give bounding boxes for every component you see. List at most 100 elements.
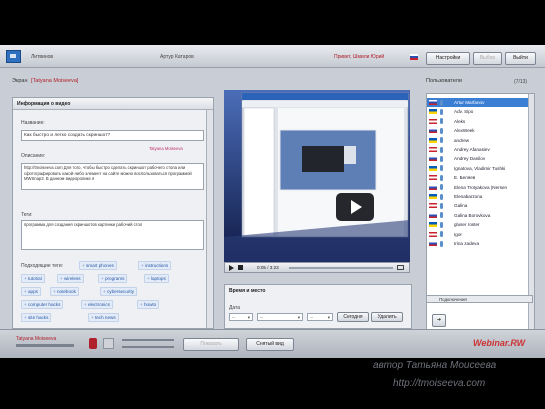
suggested-tag[interactable]: tutorial: [21, 274, 45, 283]
user-list-item[interactable]: Galina Borovkova: [427, 211, 534, 220]
country-flag-icon: [429, 100, 437, 105]
user-list-item[interactable]: Elena Trotyakova (Nersen: [427, 183, 534, 192]
user-status-icon: [440, 108, 443, 115]
seek-bar[interactable]: [289, 267, 393, 269]
country-flag-icon: [429, 165, 437, 171]
today-button[interactable]: Сегодня: [337, 312, 369, 322]
user-status-icon: [440, 184, 443, 191]
country-flag-icon: [429, 175, 437, 181]
play-icon: [351, 200, 362, 214]
suggested-tag[interactable]: smart phones: [79, 261, 117, 270]
volume-slider-2[interactable]: [122, 346, 174, 348]
fullscreen-icon[interactable]: [397, 265, 404, 270]
user-name: gluser roster: [454, 222, 480, 228]
user-status-icon: [440, 127, 443, 134]
video-info-title: Информация о видео: [17, 101, 71, 107]
date-label: Дата: [229, 305, 241, 311]
stop-icon[interactable]: [238, 265, 243, 270]
screen-label: Экран: [12, 78, 28, 84]
date-month-select[interactable]: --: [257, 313, 303, 322]
user-name: Galina Borovkova: [454, 212, 491, 218]
video-preview[interactable]: [224, 90, 410, 262]
top-bar: Литвинов Артур Катаров Привет, Шмили Юри…: [0, 45, 545, 68]
suggested-tag[interactable]: electronics: [81, 300, 113, 309]
suggested-tag[interactable]: wireless: [57, 274, 84, 283]
play-icon[interactable]: [229, 265, 234, 271]
suggested-tag[interactable]: howto: [137, 300, 160, 309]
user-list-item[interactable]: gluser roster: [427, 220, 534, 229]
user-list-item[interactable]: Ignatova, Vladimir Tushki: [427, 164, 534, 173]
user-list-item[interactable]: Irina zadeva: [427, 239, 534, 248]
date-year-select[interactable]: --: [307, 313, 333, 322]
microphone-icon[interactable]: [89, 338, 97, 349]
video-description-textarea[interactable]: http://tmoiseeva.com Для того, чтобы быс…: [21, 163, 204, 190]
users-list: Artur Marfanov Adv. Sipo Aleks AlexWeek andr…: [426, 93, 535, 341]
user-list-item[interactable]: Adv. Sipo: [427, 107, 534, 116]
video-title-input[interactable]: Как быстро и легко создать скриншот?: [21, 130, 204, 141]
suggested-tag[interactable]: laptops: [144, 274, 169, 283]
presenter-tag: Tatyana Moiseeva: [149, 146, 183, 151]
user-list-item[interactable]: Andrey Afanasiev: [427, 145, 534, 154]
suggested-tag[interactable]: computer hacks: [21, 300, 64, 309]
playback-time: 0:05 / 3:23: [257, 265, 279, 270]
suggested-tags-label: Подходящие теги:: [21, 263, 64, 269]
country-flag-icon: [429, 109, 437, 115]
user-list-item[interactable]: E. Беляев: [427, 173, 534, 182]
user-name: Aleks: [454, 118, 466, 124]
connections-label: Подключения: [439, 297, 467, 302]
nav-label[interactable]: Литвинов: [31, 54, 53, 60]
webinar-brand-logo: Webinar.RW: [473, 338, 526, 348]
video-info-header: Информация о видео: [13, 98, 213, 110]
user-list-item[interactable]: Artur Marfanov: [427, 98, 534, 107]
country-flag-icon: [429, 222, 437, 228]
user-name: AlexWeek: [454, 128, 475, 134]
suggested-tag[interactable]: apps: [21, 287, 41, 296]
user-list-item[interactable]: Igor: [427, 230, 534, 239]
player-controls: 0:05 / 3:23: [224, 262, 410, 273]
play-overlay-button[interactable]: [336, 193, 374, 221]
current-user-name: Артур Катаров: [160, 54, 194, 60]
show-camera-button: Показать: [183, 338, 239, 351]
user-name: Adv. Sipo: [454, 109, 474, 115]
app-logo-icon: [6, 50, 21, 63]
user-list-item[interactable]: Andrey Danilov: [427, 154, 534, 163]
user-name: Artur Marfanov: [454, 100, 485, 105]
user-status-icon: [440, 231, 443, 238]
info-panel-scrollbar[interactable]: [206, 110, 213, 328]
user-list-item[interactable]: andrew: [427, 136, 534, 145]
screen-panel-title: Экран [Tatyana Moiseeva]: [12, 78, 78, 84]
settings-button[interactable]: Настройки: [426, 52, 470, 65]
suggested-tag[interactable]: instructions: [138, 261, 172, 270]
suggested-tag[interactable]: cybersecurity: [100, 287, 138, 296]
date-day-select[interactable]: --: [229, 313, 253, 322]
volume-slider-1[interactable]: [122, 339, 174, 341]
country-flag-icon: [429, 184, 437, 190]
presenter-name: [Tatyana Moiseeva]: [31, 78, 79, 84]
tags-label: Теги:: [21, 212, 33, 218]
country-flag-icon: [429, 156, 437, 162]
suggested-tag[interactable]: tech news: [88, 313, 119, 322]
schedule-title: Время и место: [229, 288, 266, 294]
exit-button[interactable]: Выйти: [505, 52, 536, 65]
suggested-tag[interactable]: site hacks: [21, 313, 52, 322]
country-flag-icon: [429, 203, 437, 209]
description-label: Описание:: [21, 153, 46, 159]
user-list-item[interactable]: Elenabarzona: [427, 192, 534, 201]
user-name: andrew: [454, 137, 470, 143]
user-status-icon: [440, 212, 443, 219]
language-flag-icon[interactable]: [410, 54, 418, 60]
suggested-tag[interactable]: programs: [98, 274, 128, 283]
speaker-icon[interactable]: [103, 338, 114, 349]
share-button[interactable]: ➔: [432, 314, 446, 327]
suggested-tag[interactable]: notebook: [50, 287, 79, 296]
user-name: Andrey Afanasiev: [454, 147, 490, 152]
clear-view-button[interactable]: Снятый вид: [246, 338, 294, 351]
delete-button[interactable]: Удалить: [371, 312, 403, 322]
user-list-item[interactable]: Galina: [427, 201, 534, 210]
user-status-icon: [440, 155, 443, 162]
user-list-item[interactable]: Aleks: [427, 117, 534, 126]
user-list-item[interactable]: AlexWeek: [427, 126, 534, 135]
users-scrollbar[interactable]: [528, 94, 534, 340]
video-tags-textarea[interactable]: программа для создания скриншотов картин…: [21, 220, 204, 250]
user-status-icon: [440, 165, 443, 172]
